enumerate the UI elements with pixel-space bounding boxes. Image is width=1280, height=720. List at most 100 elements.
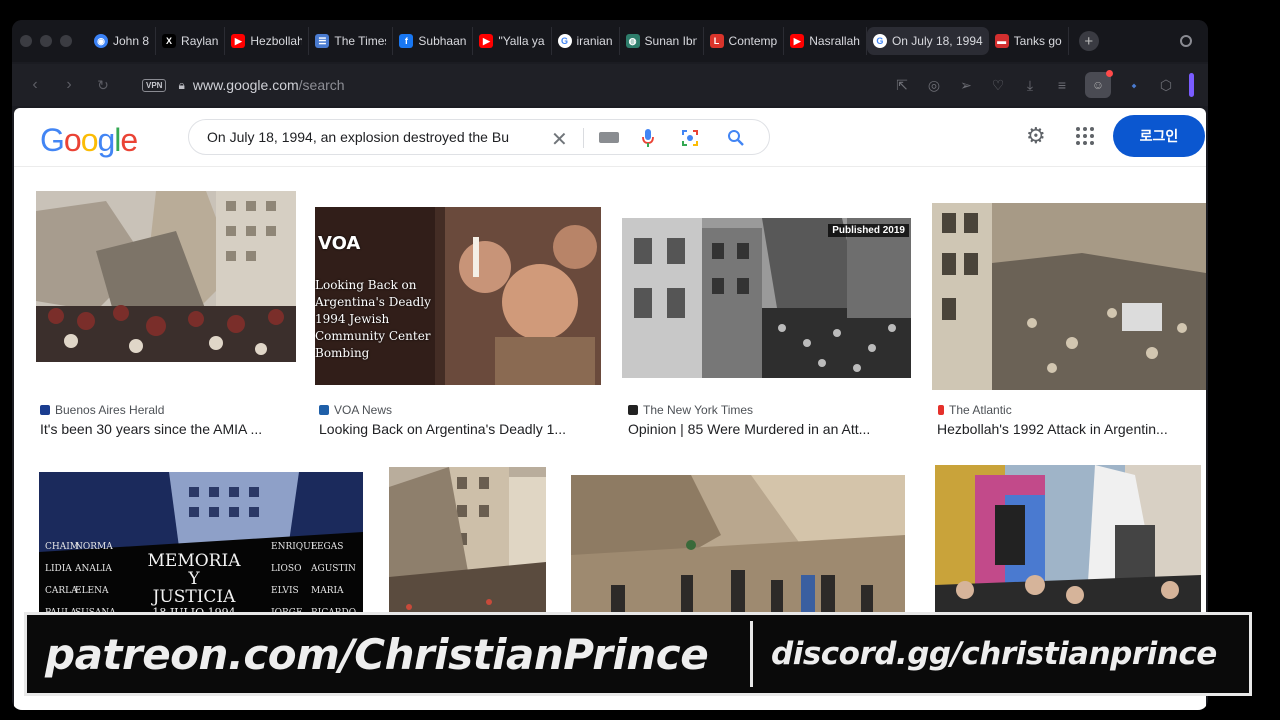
vpn-badge[interactable]: VPN bbox=[142, 78, 167, 92]
tab-search-icon[interactable] bbox=[1180, 35, 1192, 47]
patreon-panel: patreon.com/ChristianPrince bbox=[35, 621, 753, 687]
microphone-icon[interactable] bbox=[641, 128, 655, 148]
result-caption-4[interactable]: Hezbollah's 1992 Attack in Argentin... bbox=[937, 421, 1202, 437]
search-box[interactable]: On July 18, 1994, an explosion destroyed… bbox=[188, 119, 770, 155]
result-image-6[interactable] bbox=[389, 467, 546, 632]
logo-letter: G bbox=[40, 122, 65, 158]
buenos-aires-herald-icon bbox=[40, 405, 50, 415]
globe-icon: ◍ bbox=[625, 34, 640, 48]
url-host: www.google.com bbox=[192, 77, 299, 93]
search-icon[interactable] bbox=[727, 129, 745, 147]
voa-logo: VOA bbox=[318, 233, 361, 254]
close-window-button[interactable] bbox=[20, 35, 32, 47]
minimize-window-button[interactable] bbox=[40, 35, 52, 47]
result-image-7[interactable] bbox=[571, 475, 905, 632]
tab-5[interactable]: f Subhaan bbox=[393, 27, 474, 55]
tab-6[interactable]: ▶ "Yalla ya bbox=[473, 27, 552, 55]
tab-1[interactable]: ◉ John 8 bbox=[88, 27, 157, 55]
apps-grid-icon[interactable] bbox=[1076, 127, 1094, 145]
tab-label: Hezbollah bbox=[250, 34, 303, 48]
memorial-name: ANALIA bbox=[75, 564, 112, 574]
result-caption-2[interactable]: Looking Back on Argentina's Deadly 1... bbox=[319, 421, 599, 437]
camera-icon[interactable]: ◎ bbox=[925, 77, 943, 94]
tab-label: Sunan Ibn bbox=[644, 34, 697, 48]
address-bar: ‹ › ↻ VPN 🔒︎ www.google.com/search ⇱ ◎ ➢… bbox=[12, 64, 1208, 106]
tab-12[interactable]: ▬ Tanks go bbox=[989, 27, 1069, 55]
search-query[interactable]: On July 18, 1994, an explosion destroyed… bbox=[207, 129, 537, 145]
memorial-name: ELVIS bbox=[271, 586, 299, 596]
forward-icon[interactable]: › bbox=[52, 76, 86, 94]
promo-banner: patreon.com/ChristianPrince discord.gg/c… bbox=[24, 612, 1252, 696]
tab-label: Raylan bbox=[181, 34, 219, 48]
heart-icon[interactable]: ♡ bbox=[989, 77, 1007, 94]
browser-window: ◉ John 8 X Raylan ▶ Hezbollah ☰ The Times f Subha… bbox=[12, 20, 1208, 710]
tab-label: "Yalla ya bbox=[498, 34, 545, 48]
sidebar-toggle[interactable] bbox=[1189, 73, 1194, 97]
result-image-1[interactable] bbox=[36, 191, 296, 362]
window-controls bbox=[12, 35, 88, 47]
settings-gear-icon[interactable]: ⚙ bbox=[1026, 123, 1046, 149]
login-button[interactable]: 로그인 bbox=[1113, 115, 1205, 157]
result-image-2[interactable]: VOA Looking Back on Argentina's Deadly 199… bbox=[315, 207, 601, 385]
tab-11[interactable]: G On July 18, 1994 bbox=[866, 27, 989, 55]
tab-label: Nasrallah bbox=[809, 34, 860, 48]
google-logo[interactable]: Google bbox=[40, 122, 138, 159]
logo-letter: o bbox=[63, 122, 82, 158]
tab-10[interactable]: ▶ Nasrallah bbox=[784, 27, 867, 55]
tab-9[interactable]: L Contemp bbox=[704, 27, 785, 55]
logo-letter: e bbox=[120, 122, 138, 158]
published-badge: Published 2019 bbox=[828, 224, 909, 237]
voa-overlay-line: 1994 Jewish bbox=[315, 312, 390, 326]
memorial-sign-line: JUSTICIA bbox=[152, 587, 236, 607]
youtube-icon: ▶ bbox=[790, 34, 805, 48]
share-icon[interactable]: ⇱ bbox=[893, 77, 911, 94]
news-icon: ☰ bbox=[315, 34, 330, 48]
loc-icon: L bbox=[709, 34, 724, 48]
tab-7[interactable]: Giranian bbox=[552, 27, 620, 55]
result-image-5[interactable]: CHAIMNORMALIDIAANALIACARLAELENAPAULASUSA… bbox=[39, 472, 363, 632]
settings-sliders-icon[interactable]: ≡ bbox=[1053, 77, 1071, 93]
pin-icon[interactable]: ⬩ bbox=[1125, 77, 1143, 94]
the-atlantic-icon bbox=[938, 405, 944, 415]
tab-8[interactable]: ◍ Sunan Ibn bbox=[620, 27, 704, 55]
result-source-2[interactable]: VOA News bbox=[319, 403, 392, 417]
box-icon[interactable]: ⬡ bbox=[1157, 77, 1175, 94]
notification-dot bbox=[1106, 70, 1113, 77]
result-caption-1[interactable]: It's been 30 years since the AMIA ... bbox=[40, 421, 300, 437]
tab-3[interactable]: ▶ Hezbollah bbox=[225, 27, 310, 55]
result-source-3[interactable]: The New York Times bbox=[628, 403, 753, 417]
google-icon: G bbox=[872, 34, 887, 48]
lens-icon[interactable] bbox=[681, 129, 699, 147]
result-source-1[interactable]: Buenos Aires Herald bbox=[40, 403, 164, 417]
tab-label: John 8 bbox=[113, 34, 150, 48]
youtube-icon: ▶ bbox=[231, 34, 246, 48]
download-icon[interactable]: ⤓ bbox=[1021, 77, 1039, 94]
memorial-name: CARLA bbox=[45, 586, 78, 596]
send-icon[interactable]: ➢ bbox=[957, 77, 975, 94]
facebook-icon: f bbox=[399, 34, 414, 48]
memorial-name: ELENA bbox=[75, 586, 109, 596]
header-divider bbox=[14, 166, 1206, 167]
result-image-4[interactable] bbox=[932, 203, 1206, 390]
lock-icon[interactable]: 🔒︎ bbox=[178, 78, 184, 93]
result-image-8[interactable] bbox=[935, 465, 1201, 632]
user-icon: ☺ bbox=[1091, 78, 1105, 92]
tab-4[interactable]: ☰ The Times bbox=[309, 27, 394, 55]
memorial-name: NORMA bbox=[75, 542, 113, 552]
youtube-icon: ▶ bbox=[479, 34, 494, 48]
back-icon[interactable]: ‹ bbox=[18, 76, 52, 94]
reload-icon[interactable]: ↻ bbox=[86, 77, 120, 94]
clear-icon[interactable]: ✕ bbox=[551, 127, 568, 152]
google-icon: G bbox=[557, 34, 572, 48]
result-image-3[interactable]: Published 2019 bbox=[622, 218, 911, 378]
voa-overlay-line: Bombing bbox=[315, 346, 370, 360]
profile-avatar[interactable]: ☺ bbox=[1085, 70, 1113, 98]
keyboard-icon[interactable] bbox=[599, 132, 619, 143]
result-caption-3[interactable]: Opinion | 85 Were Murdered in an Att... bbox=[628, 421, 903, 437]
maximize-window-button[interactable] bbox=[60, 35, 72, 47]
new-tab-button[interactable]: + bbox=[1078, 31, 1099, 51]
result-source-4[interactable]: The Atlantic bbox=[938, 403, 1012, 417]
url-field[interactable]: www.google.com/search bbox=[193, 77, 345, 93]
search-divider bbox=[583, 128, 584, 148]
tab-2[interactable]: X Raylan bbox=[156, 27, 226, 55]
